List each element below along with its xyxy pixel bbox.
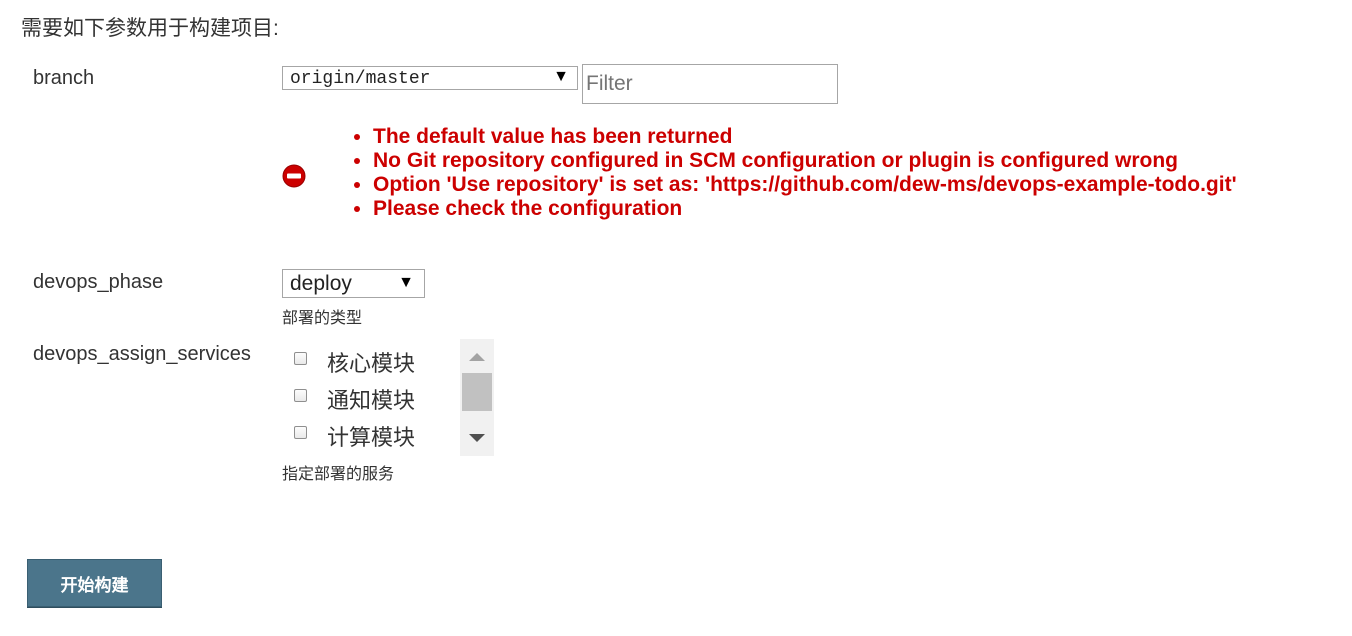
dropdown-arrow-icon: ▼: [553, 68, 569, 85]
service-option-label: 计算模块: [327, 425, 416, 450]
service-checkbox[interactable]: [294, 352, 307, 365]
service-option-label: 通知模块: [327, 388, 416, 413]
branch-select[interactable]: origin/master ▼: [282, 66, 578, 90]
page-heading: 需要如下参数用于构建项目:: [21, 17, 279, 40]
error-message: Please check the configuration: [373, 197, 1237, 221]
dropdown-arrow-icon: ▼: [398, 274, 414, 291]
branch-select-value: origin/master: [290, 69, 431, 89]
branch-error-list: The default value has been returned No G…: [346, 125, 1237, 221]
error-message: Option 'Use repository' is set as: 'http…: [373, 173, 1237, 197]
error-icon: [282, 164, 306, 188]
devops-phase-select-value: deploy: [290, 272, 352, 295]
param-label-devops-phase: devops_phase: [33, 271, 164, 293]
service-checkbox[interactable]: [294, 426, 307, 439]
services-scrollbar[interactable]: [460, 339, 494, 456]
scrollbar-thumb[interactable]: [462, 373, 492, 411]
service-option[interactable]: 核心模块: [282, 343, 460, 376]
start-build-button[interactable]: 开始构建: [27, 559, 162, 607]
service-option[interactable]: 计算模块: [282, 417, 460, 450]
service-option[interactable]: 通知模块: [282, 380, 460, 413]
scroll-down-arrow-icon[interactable]: [469, 434, 485, 442]
param-label-devops-assign-services: devops_assign_services: [33, 343, 251, 365]
devops-phase-description: 部署的类型: [282, 310, 363, 327]
error-message: No Git repository configured in SCM conf…: [373, 149, 1237, 173]
param-label-branch: branch: [33, 67, 95, 89]
service-checkbox[interactable]: [294, 389, 307, 402]
scroll-up-arrow-icon[interactable]: [469, 353, 485, 361]
services-checklist: 核心模块 通知模块 计算模块: [282, 339, 494, 456]
service-option-label: 核心模块: [327, 351, 416, 376]
devops-assign-services-description: 指定部署的服务: [282, 466, 395, 483]
devops-phase-select[interactable]: deploy ▼: [282, 269, 425, 298]
branch-filter-input[interactable]: [582, 64, 838, 104]
error-message: The default value has been returned: [373, 125, 1237, 149]
